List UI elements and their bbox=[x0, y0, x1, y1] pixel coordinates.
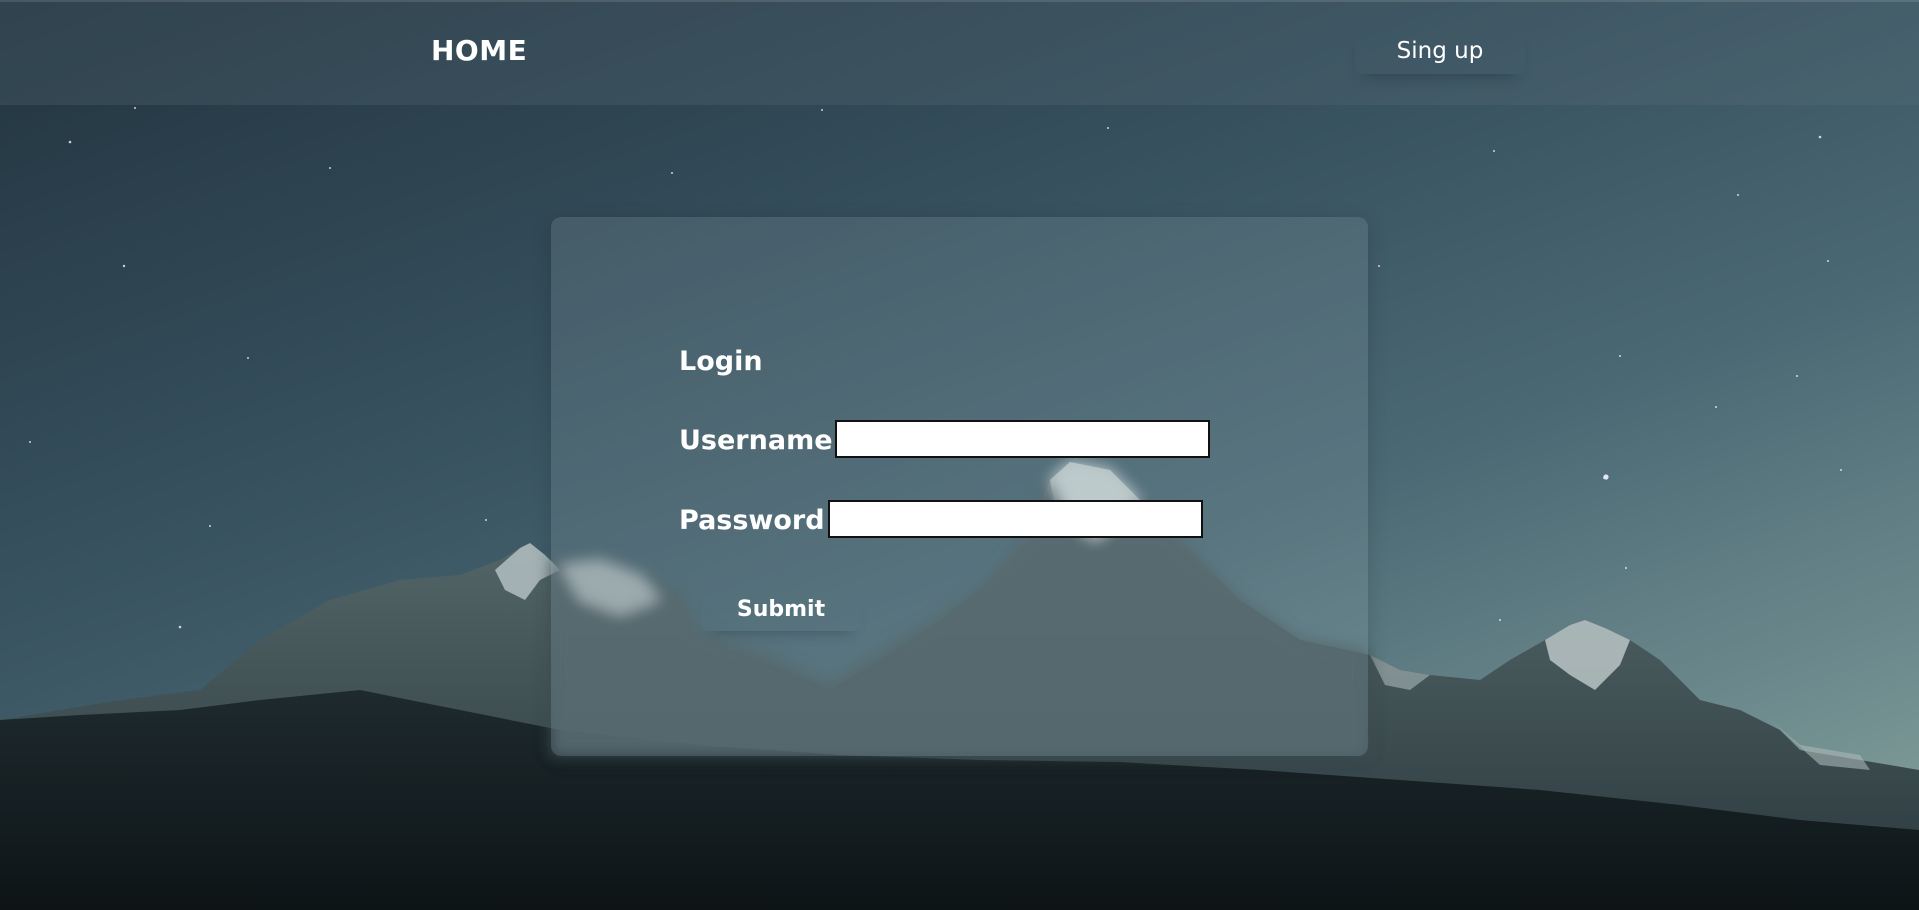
login-card: Login Username Password Submit bbox=[551, 217, 1368, 756]
signup-button[interactable]: Sing up bbox=[1355, 28, 1525, 74]
top-navbar: HOME Sing up bbox=[0, 0, 1919, 105]
page-background: HOME Sing up Login Username Password Sub… bbox=[0, 0, 1919, 910]
home-link[interactable]: HOME bbox=[431, 34, 527, 67]
submit-button[interactable]: Submit bbox=[701, 587, 861, 631]
username-input[interactable] bbox=[835, 420, 1210, 458]
username-label: Username bbox=[679, 425, 833, 456]
login-title: Login bbox=[679, 346, 763, 377]
password-label: Password bbox=[679, 505, 825, 536]
password-input[interactable] bbox=[828, 500, 1203, 538]
